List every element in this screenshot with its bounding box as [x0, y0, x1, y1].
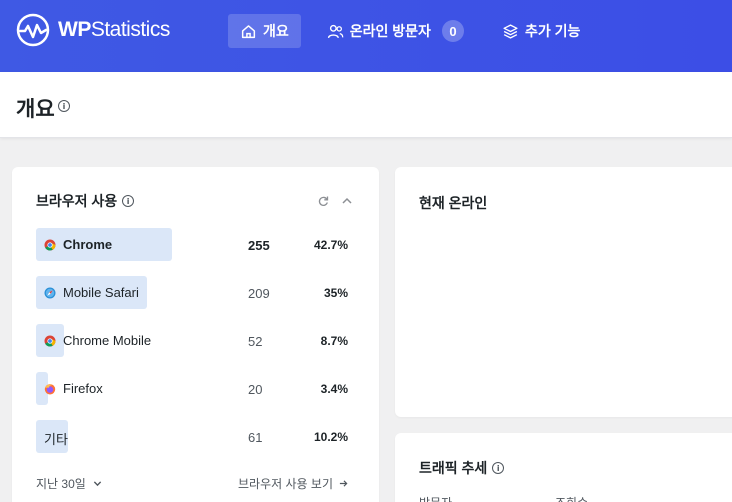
browser-row[interactable]: Chrome Mobile 52 8.7%	[36, 324, 356, 357]
browser-name: Chrome	[44, 237, 112, 252]
browser-name: Chrome Mobile	[44, 333, 151, 348]
browser-usage-card: 브라우저 사용 i Chrome 255 42.7% Mobile Safari…	[12, 167, 379, 502]
logo-text: WPStatistics	[58, 18, 170, 42]
browser-count: 255	[248, 238, 270, 253]
nav-item-addons[interactable]: 추가 기능	[490, 14, 592, 48]
page-info-icon[interactable]: i	[58, 100, 70, 112]
traffic-trend-card: 트래픽 추세 i 방문자 조회수	[395, 433, 732, 502]
nav-item-overview[interactable]: 개요	[228, 14, 301, 48]
browser-count: 209	[248, 286, 270, 301]
views-label: 조회수	[555, 494, 588, 502]
arrow-right-icon	[339, 480, 348, 487]
browser-label: Firefox	[63, 381, 103, 396]
visitors-label: 방문자	[419, 494, 452, 502]
firefox-icon	[44, 383, 56, 394]
nav-item-online-visitors[interactable]: 온라인 방문자 0	[315, 14, 476, 48]
home-icon	[241, 24, 256, 38]
card-title: 브라우저 사용 i	[36, 191, 135, 211]
browser-label: Mobile Safari	[63, 285, 139, 300]
refresh-icon[interactable]	[317, 195, 329, 207]
chrome-icon	[44, 335, 56, 347]
wp-statistics-logo[interactable]: WPStatistics	[16, 13, 170, 47]
browser-percent: 8.7%	[320, 334, 348, 348]
browser-count: 52	[248, 334, 263, 349]
browser-percent: 10.2%	[313, 430, 348, 444]
browser-row[interactable]: 기타 61 10.2%	[36, 420, 356, 453]
browser-percent: 42.7%	[313, 238, 348, 252]
safari-icon	[44, 287, 56, 298]
nav-item-label: 온라인 방문자	[349, 23, 431, 39]
browser-name: Firefox	[44, 381, 103, 396]
online-now-title: 현재 온라인	[419, 195, 488, 211]
period-label: 지난 30일	[36, 477, 86, 491]
browser-count: 20	[248, 382, 263, 397]
info-icon[interactable]: i	[122, 195, 135, 207]
browser-name: 기타	[44, 429, 68, 448]
page-title: 개요	[16, 98, 55, 121]
browser-percent: 35%	[323, 286, 348, 300]
users-icon	[327, 24, 344, 38]
top-bar: WPStatistics 개요 온라인 방문자 0 추가 기능	[0, 0, 732, 72]
layers-icon	[503, 23, 518, 39]
browser-percent: 3.4%	[320, 382, 348, 396]
browser-name: Mobile Safari	[44, 285, 139, 300]
browser-usage-title: 브라우저 사용	[36, 193, 118, 209]
chrome-icon	[44, 239, 56, 251]
logo-text-rest: Statistics	[90, 18, 171, 41]
main-nav: 개요 온라인 방문자 0 추가 기능	[228, 14, 606, 48]
info-icon[interactable]: i	[492, 462, 505, 474]
logo-text-bold: WP	[58, 18, 91, 41]
view-browser-usage-link[interactable]: 브라우저 사용 보기	[238, 475, 348, 492]
logo-mark-icon	[16, 13, 50, 47]
chevron-down-icon	[93, 481, 101, 487]
card-tools	[305, 195, 353, 207]
browser-count: 61	[248, 430, 263, 445]
online-now-card: 현재 온라인	[395, 167, 732, 417]
browser-label: 기타	[44, 432, 68, 447]
page-header: 개요	[0, 72, 732, 138]
browser-label: Chrome	[63, 237, 113, 252]
browser-row[interactable]: Mobile Safari 209 35%	[36, 276, 356, 309]
collapse-chevron-icon[interactable]	[341, 195, 353, 207]
nav-item-label: 추가 기능	[524, 23, 581, 39]
browser-row[interactable]: Chrome 255 42.7%	[36, 228, 356, 261]
card-title: 트래픽 추세 i	[419, 458, 505, 478]
view-link-label: 브라우저 사용 보기	[238, 477, 333, 491]
traffic-trend-title: 트래픽 추세	[419, 460, 488, 476]
nav-item-label: 개요	[263, 23, 289, 39]
period-dropdown[interactable]: 지난 30일	[36, 475, 102, 492]
browser-label: Chrome Mobile	[63, 333, 152, 348]
browser-row[interactable]: Firefox 20 3.4%	[36, 372, 356, 405]
online-count-badge: 0	[441, 20, 464, 42]
